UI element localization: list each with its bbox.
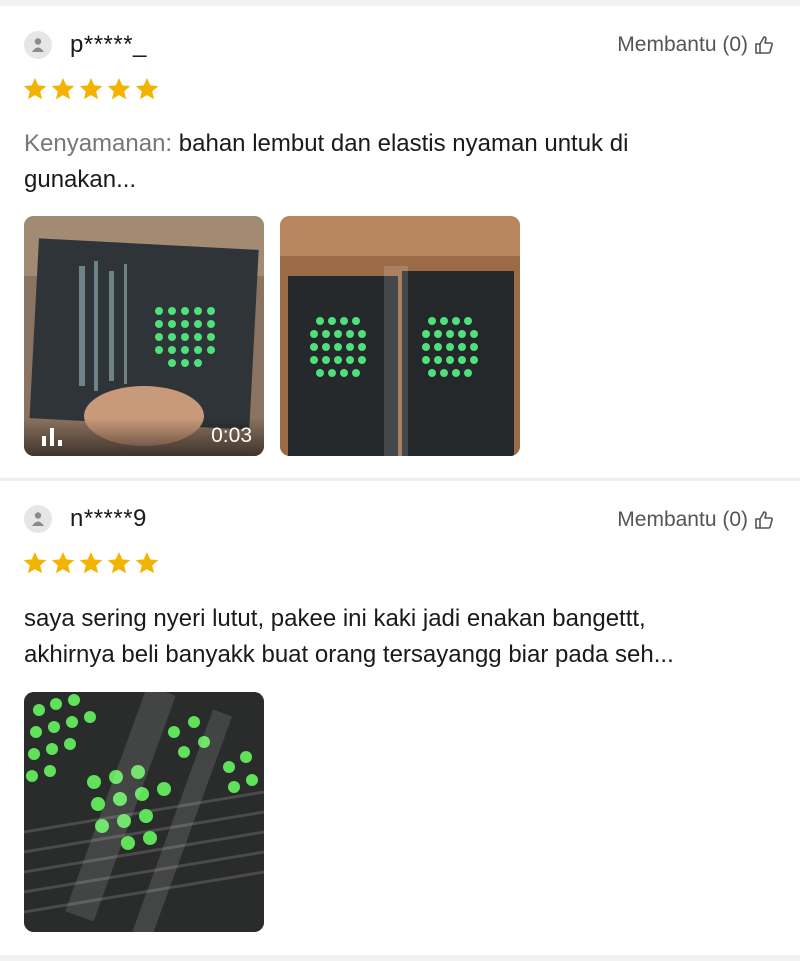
star-icon (107, 551, 131, 574)
star-icon (135, 77, 159, 100)
helpful-label: Membantu (0) (617, 33, 748, 56)
review-card: n*****9 Membantu (0) saya sering nyeri l… (0, 481, 800, 955)
avatar (24, 505, 52, 533)
rating-stars (22, 76, 160, 102)
review-text-line2: akhirnya beli banyakk buat orang tersaya… (24, 641, 674, 668)
thumbs-up-icon (754, 35, 774, 55)
review-text: saya sering nyeri lutut, pakee ini kaki … (24, 601, 769, 673)
star-icon (51, 77, 75, 100)
star-icon (135, 551, 159, 574)
review-aspect-label: Kenyamanan: (24, 130, 173, 157)
star-icon (107, 77, 131, 100)
star-icon (23, 77, 47, 100)
username: n*****9 (70, 505, 147, 532)
star-icon (79, 551, 103, 574)
star-icon (79, 77, 103, 100)
helpful-button[interactable]: Membantu (0) (617, 33, 774, 57)
video-duration: 0:03 (211, 424, 252, 447)
review-card: p*****_ Membantu (0) Kenyamanan: bahan l… (0, 6, 800, 478)
review-photo-image (24, 692, 264, 932)
review-text-line2: gunakan... (24, 166, 137, 193)
review-text-line1: bahan lembut dan elastis nyaman untuk di (178, 130, 629, 157)
star-icon (51, 551, 75, 574)
review-photo-thumbnail[interactable] (280, 216, 520, 456)
bottom-border (0, 955, 800, 961)
review-text: Kenyamanan: bahan lembut dan elastis nya… (24, 126, 769, 198)
review-text-line1: saya sering nyeri lutut, pakee ini kaki … (24, 605, 646, 632)
helpful-label: Membantu (0) (617, 508, 748, 531)
play-stats-icon (42, 428, 62, 446)
star-icon (23, 551, 47, 574)
username: p*****_ (70, 31, 147, 58)
review-video-thumbnail[interactable]: 0:03 (24, 216, 264, 456)
review-photo-thumbnail[interactable] (24, 692, 264, 932)
review-photo-image (280, 216, 520, 456)
rating-stars (22, 550, 160, 576)
helpful-button[interactable]: Membantu (0) (617, 508, 774, 532)
reviews-page: p*****_ Membantu (0) Kenyamanan: bahan l… (0, 0, 800, 961)
thumbs-up-icon (754, 510, 774, 530)
avatar (24, 31, 52, 59)
